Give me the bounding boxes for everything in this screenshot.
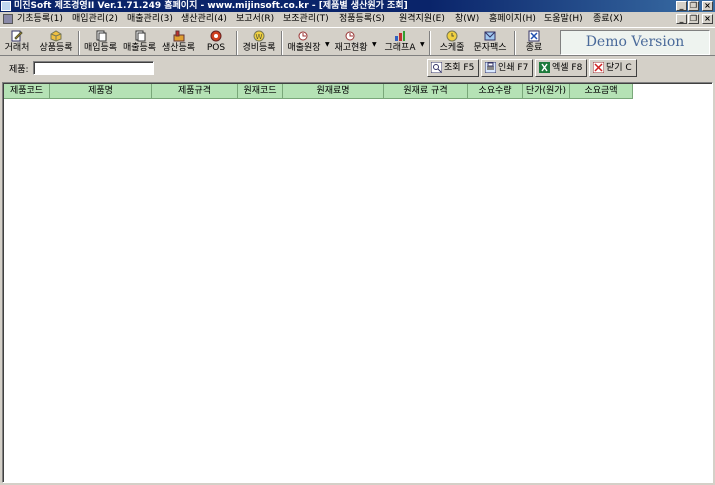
chart-icon xyxy=(395,31,405,41)
window-title: 미진Soft 제조경영II Ver.1.71.249 홈페이지 - www.mi… xyxy=(14,1,408,11)
document-icon xyxy=(96,30,106,42)
toolbar-sales-ledger-button[interactable]: 매출원장 xyxy=(285,30,323,56)
toolbar-exit-button[interactable]: 종료 xyxy=(518,30,550,56)
toolbar-inventory-button[interactable]: 재고현황 xyxy=(332,30,370,56)
column-header-material-code[interactable]: 원재코드 xyxy=(238,84,283,99)
print-button[interactable]: 인쇄 F7 xyxy=(481,59,534,77)
coin-icon: W xyxy=(253,30,265,42)
clock-icon xyxy=(446,30,458,42)
menu-help[interactable]: 도움말(H) xyxy=(544,13,583,25)
excel-button[interactable]: 엑셀 F8 xyxy=(535,59,588,77)
toolbar-schedule-button[interactable]: 스케줄 xyxy=(434,30,470,56)
menu-auxiliary[interactable]: 보조관리(T) xyxy=(283,13,329,25)
box-icon xyxy=(50,30,62,42)
grid-header: 제품코드 제품명 제품규격 원재코드 원재료명 원재료 규격 소요수량 단가(원… xyxy=(4,84,633,99)
menu-exit[interactable]: 종료(X) xyxy=(593,13,623,25)
search-button[interactable]: 조회 F5 xyxy=(427,59,480,77)
factory-icon xyxy=(173,30,184,42)
toolbar-graph-button[interactable]: 그래프A xyxy=(381,30,419,56)
menu-registration[interactable]: 정품등록(S) xyxy=(339,13,385,25)
exit-icon xyxy=(528,30,540,42)
column-header-product-code[interactable]: 제품코드 xyxy=(4,84,50,99)
column-header-unit-cost[interactable]: 단가(원가) xyxy=(523,84,570,99)
menu-bar: 기초등록(1) 매입관리(2) 매출관리(3) 생산관리(4) 보고서(R) 보… xyxy=(0,12,715,26)
document-icon xyxy=(135,30,145,42)
close-window-button[interactable]: × xyxy=(702,1,713,11)
pos-icon xyxy=(210,30,222,42)
search-icon xyxy=(431,62,442,73)
mdi-minimize-button[interactable]: _ xyxy=(676,14,687,24)
column-header-product-name[interactable]: 제품명 xyxy=(50,84,152,99)
menu-window[interactable]: 창(W) xyxy=(455,13,479,25)
mdi-restore-button[interactable]: ❐ xyxy=(688,14,699,24)
column-header-material-spec[interactable]: 원재료 규격 xyxy=(384,84,468,99)
sales-ledger-dropdown-icon[interactable]: ▼ xyxy=(325,41,330,48)
cost-grid[interactable]: 제품코드 제품명 제품규격 원재코드 원재료명 원재료 규격 소요수량 단가(원… xyxy=(2,82,713,483)
product-filter-input[interactable] xyxy=(33,61,154,75)
print-icon xyxy=(485,62,496,73)
toolbar-customer-button[interactable]: 거래처 xyxy=(2,30,32,56)
demo-version-label: Demo Version xyxy=(560,30,710,55)
excel-icon xyxy=(539,62,550,73)
stock-icon xyxy=(345,31,355,41)
close-icon xyxy=(593,62,604,73)
toolbar: 거래처 상품등록 매입등록 매출등록 생산등록 POS W 경비등록 매출원장 … xyxy=(0,27,715,56)
toolbar-production-button[interactable]: 생산등록 xyxy=(160,30,197,56)
menu-remote-support[interactable]: 원격지원(E) xyxy=(399,13,445,25)
toolbar-expense-button[interactable]: W 경비등록 xyxy=(240,30,278,56)
column-header-amount[interactable]: 소요금액 xyxy=(570,84,633,99)
toolbar-sales-button[interactable]: 매출등록 xyxy=(121,30,158,56)
column-header-material-name[interactable]: 원재료명 xyxy=(283,84,384,99)
app-icon xyxy=(1,1,11,11)
toolbar-purchase-button[interactable]: 매입등록 xyxy=(82,30,119,56)
ledger-icon xyxy=(298,31,308,41)
column-header-product-spec[interactable]: 제품규격 xyxy=(152,84,238,99)
toolbar-sms-fax-button[interactable]: 문자팩스 xyxy=(471,30,509,56)
menu-sales[interactable]: 매출관리(3) xyxy=(127,13,173,25)
menu-purchase[interactable]: 매입관리(2) xyxy=(72,13,118,25)
menu-basic[interactable]: 기초등록(1) xyxy=(17,13,63,25)
toolbar-product-button[interactable]: 상품등록 xyxy=(37,30,75,56)
menu-homepage[interactable]: 홈페이지(H) xyxy=(489,13,536,25)
column-header-quantity[interactable]: 소요수량 xyxy=(468,84,523,99)
product-filter-label: 제품: xyxy=(9,65,29,75)
title-bar: 미진Soft 제조경영II Ver.1.71.249 홈페이지 - www.mi… xyxy=(0,0,715,12)
menu-production[interactable]: 생산관리(4) xyxy=(181,13,227,25)
document-window-icon[interactable] xyxy=(3,14,13,24)
edit-icon xyxy=(11,30,23,42)
toolbar-pos-button[interactable]: POS xyxy=(202,30,230,56)
mdi-close-button[interactable]: × xyxy=(702,14,713,24)
inventory-dropdown-icon[interactable]: ▼ xyxy=(372,41,377,48)
filter-row: 제품: 조회 F5 인쇄 F7 엑셀 F8 닫기 C xyxy=(0,58,715,80)
message-icon xyxy=(484,31,496,41)
graph-dropdown-icon[interactable]: ▼ xyxy=(420,41,425,48)
close-button[interactable]: 닫기 C xyxy=(589,59,637,77)
minimize-button[interactable]: _ xyxy=(676,1,687,11)
svg-text:W: W xyxy=(256,33,263,41)
menu-report[interactable]: 보고서(R) xyxy=(236,13,274,25)
restore-button[interactable]: ❐ xyxy=(688,1,699,11)
